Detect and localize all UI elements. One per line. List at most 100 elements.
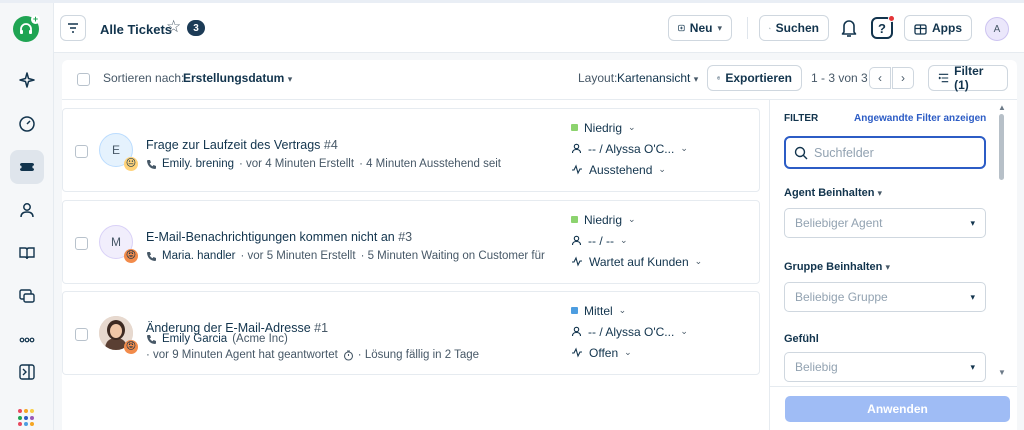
export-button-label: Exportieren xyxy=(725,71,792,85)
agent-filter-select[interactable]: Beliebiger Agent ▾ xyxy=(784,208,986,238)
export-icon xyxy=(717,76,721,80)
ticket-meta: · vor 9 Minuten Agent hat geantwortet · … xyxy=(146,349,479,361)
ticket-card[interactable]: M 😡 E-Mail-Benachrichtigungen kommen nic… xyxy=(62,200,760,284)
chevron-down-icon: ⌄ xyxy=(694,256,703,266)
apps-button[interactable]: Apps xyxy=(904,15,972,41)
user-avatar[interactable]: A xyxy=(985,17,1009,41)
sort-dropdown[interactable]: Erstellungsdatum ▾ xyxy=(183,71,292,85)
nav-dashboard-icon[interactable] xyxy=(10,107,44,141)
activity-icon xyxy=(572,256,582,267)
phone-icon xyxy=(147,251,156,261)
ticket-card[interactable]: 😡 Änderung der E-Mail-Adresse #1 Emily G… xyxy=(62,291,760,375)
agent-value: -- / Alyssa O'C... xyxy=(588,141,675,156)
nav-collapse-panel-icon[interactable] xyxy=(10,355,44,389)
ticket-checkbox[interactable] xyxy=(75,145,88,158)
chevron-down-icon: ▾ xyxy=(970,291,975,302)
priority-dropdown[interactable]: Niedrig ⌄ xyxy=(571,117,751,138)
created-time: · vor 5 Minuten Erstellt xyxy=(240,250,356,262)
apply-filters-button[interactable]: Anwenden xyxy=(785,396,1010,422)
prev-page-button[interactable]: ‹ xyxy=(869,67,891,89)
sentiment-filter-placeholder: Beliebig xyxy=(795,360,838,374)
left-nav: + xyxy=(0,3,54,430)
new-button[interactable]: Neu ▾ xyxy=(668,15,732,41)
status-duration: · 5 Minuten Waiting on Customer für xyxy=(360,250,545,262)
agent-dropdown[interactable]: -- / Alyssa O'C... ⌄ xyxy=(571,138,751,159)
ticket-checkbox[interactable] xyxy=(75,328,88,341)
ticket-title-link[interactable]: Frage zur Laufzeit des Vertrags #4 xyxy=(146,138,338,152)
priority-value: Niedrig xyxy=(584,212,623,227)
group-filter-label[interactable]: Gruppe Beinhalten ▾ xyxy=(784,261,890,273)
export-button[interactable]: Exportieren xyxy=(707,65,802,91)
ticket-list: E 😐 Frage zur Laufzeit des Vertrags #4 E… xyxy=(62,100,769,430)
list-toolbar: Sortieren nach: Erstellungsdatum ▾ Layou… xyxy=(62,60,1017,100)
nav-chat-icon[interactable] xyxy=(10,279,44,313)
status-dropdown[interactable]: Ausstehend ⌄ xyxy=(571,159,751,180)
group-filter-select[interactable]: Beliebige Gruppe ▾ xyxy=(784,282,986,312)
nav-sparkle-icon[interactable] xyxy=(10,63,44,97)
select-all-checkbox[interactable] xyxy=(77,73,90,86)
agent-dropdown[interactable]: -- / -- ⌄ xyxy=(571,230,751,251)
filter-panel-title: FILTER xyxy=(784,113,819,124)
apps-button-label: Apps xyxy=(932,21,962,35)
search-icon xyxy=(794,146,808,159)
status-dropdown[interactable]: Offen ⌄ xyxy=(571,342,751,363)
chevron-down-icon: ▾ xyxy=(877,188,883,198)
layout-dropdown[interactable]: Kartenansicht ▾ xyxy=(617,71,698,85)
scroll-up-arrow-icon[interactable]: ▲ xyxy=(998,103,1006,112)
ticket-number: #4 xyxy=(323,138,338,152)
sort-value: Erstellungsdatum xyxy=(183,71,285,85)
product-switcher-icon[interactable] xyxy=(18,409,36,427)
nav-more-icon[interactable] xyxy=(10,323,44,357)
ticket-meta: Emily. brening · vor 4 Minuten Erstellt … xyxy=(146,158,501,170)
requester-name[interactable]: Emily Garcia xyxy=(162,333,227,345)
ticket-title: Frage zur Laufzeit des Vertrags xyxy=(146,138,321,152)
sentiment-neutral-icon: 😐 xyxy=(124,157,138,171)
sentiment-filter-select[interactable]: Beliebig ▾ xyxy=(784,352,986,382)
filter-button[interactable]: Filter (1) xyxy=(928,64,1008,92)
due-text: · Lösung fällig in 2 Tage xyxy=(357,349,480,361)
status-value: Wartet auf Kunden xyxy=(589,254,689,269)
pagination-text: 1 - 3 von 3 xyxy=(811,71,868,85)
ticket-number: #3 xyxy=(398,230,413,244)
notifications-bell-icon[interactable] xyxy=(840,18,858,41)
status-dropdown[interactable]: Wartet auf Kunden ⌄ xyxy=(571,251,751,272)
requester-name[interactable]: Maria. handler xyxy=(162,250,236,262)
apps-box-icon xyxy=(914,23,927,35)
show-applied-filters-link[interactable]: Angewandte Filter anzeigen xyxy=(854,113,986,124)
search-button[interactable]: Suchen xyxy=(759,15,829,41)
sentiment-angry-icon: 😡 xyxy=(124,249,138,263)
sentiment-angry-icon: 😡 xyxy=(124,340,138,354)
nav-tickets-icon[interactable] xyxy=(10,150,44,184)
chevron-down-icon: ▾ xyxy=(970,217,975,228)
scroll-down-arrow-icon[interactable]: ▼ xyxy=(998,368,1006,377)
ticket-title-link[interactable]: E-Mail-Benachrichtigungen kommen nicht a… xyxy=(146,230,412,244)
next-page-button[interactable]: › xyxy=(892,67,914,89)
priority-dropdown[interactable]: Mittel ⌄ xyxy=(571,300,751,321)
ticket-checkbox[interactable] xyxy=(75,237,88,250)
phone-icon xyxy=(147,334,156,344)
help-icon[interactable]: ? xyxy=(871,15,895,39)
app-logo-icon[interactable]: + xyxy=(13,15,40,42)
sort-label: Sortieren nach: xyxy=(103,71,185,85)
filter-fields-search-input[interactable]: Suchfelder xyxy=(784,136,986,169)
requester-name[interactable]: Emily. brening xyxy=(162,158,234,170)
agent-dropdown[interactable]: -- / Alyssa O'C... ⌄ xyxy=(571,321,751,342)
chevron-down-icon: ⌄ xyxy=(658,164,666,174)
nav-solutions-book-icon[interactable] xyxy=(10,236,44,270)
favorite-star-icon[interactable]: ☆ xyxy=(166,18,181,35)
layout-label: Layout: xyxy=(578,71,618,85)
nav-contacts-icon[interactable] xyxy=(10,193,44,227)
agent-filter-label[interactable]: Agent Beinhalten ▾ xyxy=(784,187,882,199)
chevron-left-icon: ‹ xyxy=(878,71,882,85)
filter-panel: FILTER Angewandte Filter anzeigen Suchfe… xyxy=(769,100,1017,430)
top-header: Alle Tickets ☆ 3 Neu ▾ Suchen ? Apps A xyxy=(54,3,1024,53)
person-icon xyxy=(571,326,582,337)
filter-panel-scrollbar[interactable] xyxy=(999,114,1004,180)
sentiment-filter-label: Gefühl xyxy=(784,333,819,345)
agent-filter-label-text: Agent Beinhalten xyxy=(784,187,875,199)
toggle-filters-button[interactable] xyxy=(60,15,86,41)
ticket-requester-line: Emily Garcia (Acme Inc) xyxy=(146,333,288,345)
chevron-down-icon: ▾ xyxy=(970,361,975,372)
priority-dropdown[interactable]: Niedrig ⌄ xyxy=(571,209,751,230)
ticket-card[interactable]: E 😐 Frage zur Laufzeit des Vertrags #4 E… xyxy=(62,108,760,192)
